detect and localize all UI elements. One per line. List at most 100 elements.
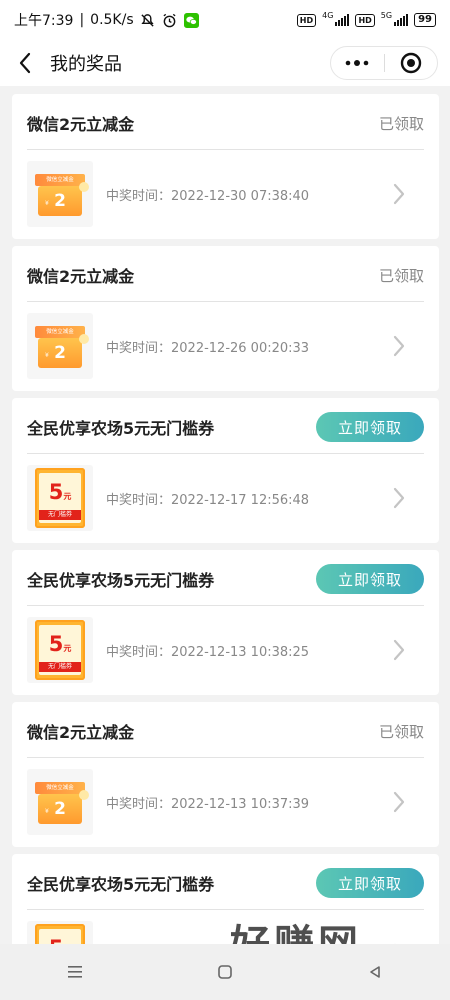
- thumb-amount: 2: [54, 343, 66, 363]
- prize-card: 全民优享农场5元无门槛券 立即领取 5元 无门槛券: [12, 854, 439, 944]
- thumb-currency: ¥: [45, 808, 49, 815]
- prize-name: 微信2元立减金: [27, 115, 135, 134]
- prize-card-header: 全民优享农场5元无门槛券 立即领取: [27, 857, 424, 910]
- prize-card-header: 微信2元立减金 已领取: [27, 705, 424, 758]
- network-type-2: 5G: [380, 10, 393, 20]
- prize-card: 全民优享农场5元无门槛券 立即领取 5元 无门槛券 中奖时间：2022-12-1…: [12, 550, 439, 695]
- prize-detail-link[interactable]: 5元 无门槛券 中奖时间：2022-12-13 10:38:25: [27, 606, 424, 694]
- prize-thumbnail: 微信立减金 ¥ 2: [27, 161, 93, 227]
- mute-icon: [140, 12, 156, 28]
- hd-badge: HD: [296, 13, 317, 27]
- prize-card: 全民优享农场5元无门槛券 立即领取 5元 无门槛券 中奖时间：2022-12-1…: [12, 398, 439, 543]
- prize-detail-link[interactable]: 微信立减金 ¥ 2 中奖时间：2022-12-13 10:37:39: [27, 758, 424, 846]
- farm-coupon-icon: 5元 无门槛券: [35, 468, 85, 528]
- thumb-amount: 5: [48, 632, 64, 656]
- win-time: 中奖时间：2022-12-26 00:20:33: [106, 340, 310, 356]
- prize-detail-link[interactable]: 5元 无门槛券 中奖时间：2022-12-17 12:56:48: [27, 454, 424, 542]
- system-nav-bar: [0, 944, 450, 1000]
- chevron-right-icon: [393, 487, 405, 509]
- prize-name: 全民优享农场5元无门槛券: [27, 419, 215, 438]
- home-button[interactable]: [210, 957, 240, 987]
- wechat-icon: [184, 12, 200, 28]
- farm-coupon-icon: 5元 无门槛券: [35, 620, 85, 680]
- back-triangle-icon: [370, 966, 380, 978]
- claimed-status: 已领取: [378, 266, 424, 285]
- prize-thumbnail: 5元 无门槛券: [27, 921, 93, 944]
- wechat-coupon-icon: 微信立减金 ¥ 2: [35, 778, 89, 826]
- status-time: 上午7:39: [14, 13, 74, 29]
- prize-thumbnail: 微信立减金 ¥ 2: [27, 769, 93, 835]
- prize-thumbnail: 5元 无门槛券: [27, 617, 93, 683]
- win-time: 中奖时间：2022-12-30 07:38:40: [106, 188, 310, 204]
- menu-button[interactable]: [60, 957, 90, 987]
- claim-now-button[interactable]: 立即领取: [316, 412, 424, 442]
- chevron-right-icon: [393, 183, 405, 205]
- thumb-tag: 微信立减金: [35, 326, 85, 338]
- prize-card-header: 微信2元立减金 已领取: [27, 97, 424, 150]
- menu-icon: [68, 966, 82, 978]
- chevron-right-icon: [393, 639, 405, 661]
- claim-now-button[interactable]: 立即领取: [316, 564, 424, 594]
- thumb-tag: 无门槛券: [39, 662, 81, 672]
- signal-icon: [335, 14, 350, 26]
- prize-name: 全民优享农场5元无门槛券: [27, 875, 215, 894]
- thumb-currency: ¥: [45, 200, 49, 207]
- close-miniprogram-button[interactable]: [385, 47, 438, 79]
- thumb-amount: 2: [54, 799, 66, 819]
- hd-badge-2: HD: [355, 13, 375, 27]
- win-time: 中奖时间：2022-12-13 10:37:39: [106, 796, 310, 812]
- back-nav-button[interactable]: [360, 957, 390, 987]
- prize-name: 全民优享农场5元无门槛券: [27, 571, 215, 590]
- prize-card: 微信2元立减金 已领取 微信立减金 ¥ 2 中奖时间：2022-12-13 10…: [12, 702, 439, 847]
- prize-thumbnail: 5元 无门槛券: [27, 465, 93, 531]
- claimed-status: 已领取: [378, 722, 424, 741]
- prize-card: 微信2元立减金 已领取 微信立减金 ¥ 2 中奖时间：2022-12-26 00…: [12, 246, 439, 391]
- win-time: 中奖时间：2022-12-13 10:38:25: [106, 644, 310, 660]
- thumb-amount: 5: [49, 936, 64, 944]
- thumb-amount: 5: [48, 480, 64, 504]
- thumb-unit: 元: [63, 492, 72, 501]
- chevron-right-icon: [393, 791, 405, 813]
- status-bar: 上午7:39 | 0.5K/s HD 4G HD 5G 99: [0, 0, 450, 40]
- status-left: 上午7:39 | 0.5K/s: [14, 10, 200, 30]
- wechat-coupon-icon: 微信立减金 ¥ 2: [35, 322, 89, 370]
- prize-name: 微信2元立减金: [27, 267, 135, 286]
- page-title: 我的奖品: [50, 54, 122, 75]
- battery-indicator: 99: [414, 13, 436, 27]
- signal-icon-2: [394, 14, 409, 26]
- status-separator: |: [79, 12, 85, 28]
- back-button[interactable]: [12, 50, 38, 76]
- wechat-coupon-icon: 微信立减金 ¥ 2: [35, 170, 89, 218]
- more-button[interactable]: [331, 47, 384, 79]
- chevron-left-icon: [19, 52, 31, 74]
- prize-card-header: 全民优享农场5元无门槛券 立即领取: [27, 553, 424, 606]
- mini-program-capsule: [330, 46, 438, 80]
- chevron-right-icon: [393, 335, 405, 357]
- claimed-status: 已领取: [378, 114, 424, 133]
- more-dots-icon: [345, 60, 369, 66]
- thumb-tag: 微信立减金: [35, 782, 85, 794]
- prize-detail-link[interactable]: 微信立减金 ¥ 2 中奖时间：2022-12-26 00:20:33: [27, 302, 424, 390]
- farm-coupon-icon: 5元 无门槛券: [35, 924, 85, 944]
- prize-detail-link[interactable]: 微信立减金 ¥ 2 中奖时间：2022-12-30 07:38:40: [27, 150, 424, 238]
- prize-name: 微信2元立减金: [27, 723, 135, 742]
- thumb-tag: 无门槛券: [39, 510, 81, 520]
- status-right: HD 4G HD 5G 99: [296, 10, 436, 27]
- target-close-icon: [400, 52, 421, 74]
- prize-thumbnail: 微信立减金 ¥ 2: [27, 313, 93, 379]
- network-type-1: 4G: [322, 10, 334, 20]
- prize-list[interactable]: 微信2元立减金 已领取 微信立减金 ¥ 2 中奖时间：2022-12-30 07…: [0, 86, 450, 944]
- nav-bar: 我的奖品: [0, 40, 450, 86]
- alarm-icon: [162, 12, 178, 28]
- prize-detail-link[interactable]: 5元 无门槛券: [27, 910, 424, 944]
- prize-card: 微信2元立减金 已领取 微信立减金 ¥ 2 中奖时间：2022-12-30 07…: [12, 94, 439, 239]
- thumb-amount: 2: [54, 191, 66, 211]
- network-speed: 0.5K/s: [90, 12, 134, 28]
- thumb-currency: ¥: [45, 352, 49, 359]
- prize-card-header: 全民优享农场5元无门槛券 立即领取: [27, 401, 424, 454]
- thumb-unit: 元: [63, 644, 72, 653]
- thumb-tag: 微信立减金: [35, 174, 85, 186]
- win-time: 中奖时间：2022-12-17 12:56:48: [106, 492, 310, 508]
- home-square-icon: [218, 965, 232, 979]
- claim-now-button[interactable]: 立即领取: [316, 868, 424, 898]
